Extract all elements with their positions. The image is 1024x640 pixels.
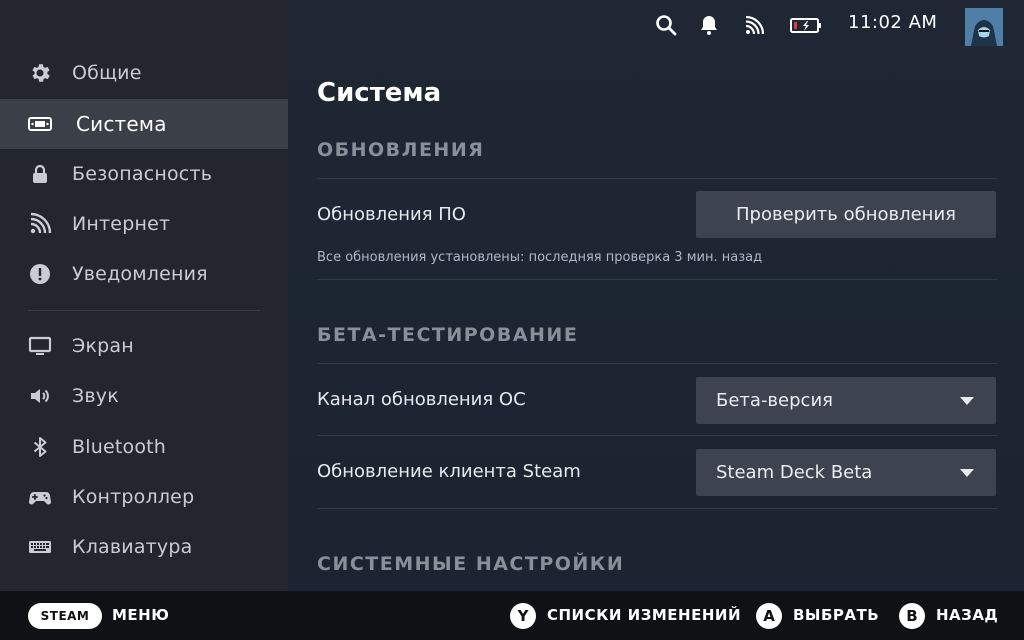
sidebar-item-notifications[interactable]: Уведомления <box>0 249 288 299</box>
lock-icon <box>28 162 52 186</box>
sidebar-item-sound[interactable]: Звук <box>0 371 288 421</box>
sidebar-item-system[interactable]: Система <box>0 99 288 149</box>
os-update-channel-value: Бета-версия <box>716 390 833 411</box>
divider <box>317 508 997 509</box>
sidebar-item-label: Bluetooth <box>72 436 167 458</box>
sidebar-item-label: Общие <box>72 62 142 84</box>
section-header-system-settings: СИСТЕМНЫЕ НАСТРОЙКИ <box>317 553 625 575</box>
clock: 11:02 AM <box>848 12 938 33</box>
search-icon[interactable] <box>654 13 678 37</box>
avatar[interactable] <box>965 8 1003 46</box>
os-update-channel-select[interactable]: Бета-версия <box>696 377 996 424</box>
sidebar-item-bluetooth[interactable]: Bluetooth <box>0 422 288 472</box>
chevron-down-icon <box>960 469 974 477</box>
sidebar-item-controller[interactable]: Контроллер <box>0 472 288 522</box>
gear-icon <box>28 61 52 85</box>
menu-label: МЕНЮ <box>112 606 170 624</box>
divider <box>317 363 997 364</box>
sidebar-item-label: Клавиатура <box>72 536 193 558</box>
os-update-channel-label: Канал обновления ОС <box>317 389 526 410</box>
sidebar-item-general[interactable]: Общие <box>0 48 288 98</box>
steam-client-update-label: Обновление клиента Steam <box>317 461 581 482</box>
sidebar-item-label: Экран <box>72 335 134 357</box>
sidebar-item-label: Безопасность <box>72 163 213 185</box>
sidebar-item-display[interactable]: Экран <box>0 321 288 371</box>
alert-icon <box>28 262 52 286</box>
steam-client-update-value: Steam Deck Beta <box>716 462 873 483</box>
section-header-updates: ОБНОВЛЕНИЯ <box>317 139 485 161</box>
changelog-label: СПИСКИ ИЗМЕНЕНИЙ <box>547 606 742 624</box>
divider <box>317 178 997 179</box>
sidebar-item-keyboard[interactable]: Клавиатура <box>0 522 288 572</box>
monitor-icon <box>28 334 52 358</box>
select-label: ВЫБРАТЬ <box>793 606 880 624</box>
sidebar-item-label: Контроллер <box>72 486 195 508</box>
keyboard-icon <box>28 535 52 559</box>
speaker-icon <box>28 384 52 408</box>
sidebar-divider <box>28 310 260 311</box>
sidebar-item-label: Звук <box>72 385 119 407</box>
divider <box>317 279 997 280</box>
y-button[interactable]: Y <box>510 603 536 629</box>
sidebar-item-label: Уведомления <box>72 263 208 285</box>
sidebar-item-label: Система <box>76 112 167 136</box>
steam-deck-icon <box>28 112 52 136</box>
bell-icon[interactable] <box>697 13 721 37</box>
section-header-beta: БЕТА-ТЕСТИРОВАНИЕ <box>317 324 579 346</box>
settings-main-panel: Система ОБНОВЛЕНИЯ Обновления ПО Провери… <box>288 0 1024 591</box>
chevron-down-icon <box>960 397 974 405</box>
steam-client-update-select[interactable]: Steam Deck Beta <box>696 449 996 496</box>
bluetooth-icon <box>28 435 52 459</box>
wifi-icon[interactable] <box>742 13 766 37</box>
back-label: НАЗАД <box>936 606 999 624</box>
settings-sidebar: Общие Система Безопасность Интернет Увед… <box>0 0 288 591</box>
update-status-note: Все обновления установлены: последняя пр… <box>317 250 763 265</box>
software-updates-label: Обновления ПО <box>317 204 466 225</box>
divider <box>317 435 997 436</box>
steam-button[interactable]: STEAM <box>28 603 102 629</box>
b-button[interactable]: B <box>899 603 925 629</box>
sidebar-item-internet[interactable]: Интернет <box>0 199 288 249</box>
a-button[interactable]: A <box>756 603 782 629</box>
page-title: Система <box>317 78 442 108</box>
sidebar-item-label: Интернет <box>72 213 171 235</box>
sidebar-item-security[interactable]: Безопасность <box>0 149 288 199</box>
gamepad-icon <box>28 485 52 509</box>
wifi-icon <box>28 212 52 236</box>
check-updates-button[interactable]: Проверить обновления <box>696 191 996 238</box>
battery-charging-icon[interactable] <box>790 13 822 37</box>
